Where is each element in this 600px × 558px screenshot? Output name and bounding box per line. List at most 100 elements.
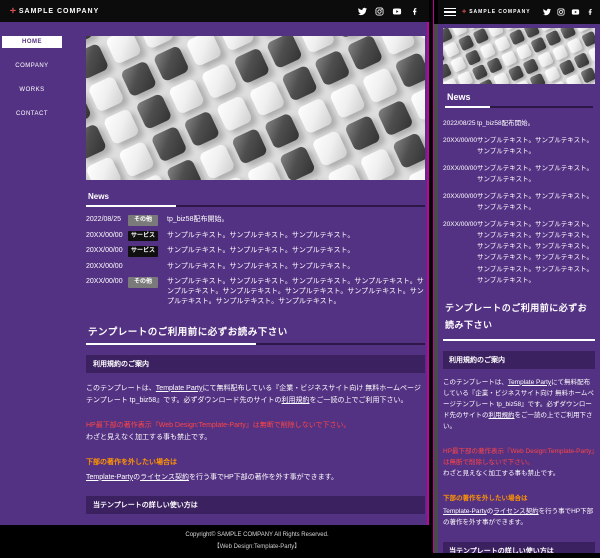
news-text: サンプルテキスト。サンプルテキスト。サンプルテキスト。 [167, 263, 355, 271]
howto-bar: 当テンプレートの詳しい使い方は [443, 542, 595, 553]
terms-of-use-link[interactable]: 利用規約 [282, 397, 310, 404]
news-date: 2022/08/25 [443, 120, 476, 127]
twitter-icon[interactable] [358, 7, 367, 16]
copyright-warning: HP最下部の著作表示『Web Design:Template-Party』は無断… [443, 446, 595, 479]
copyright-text: Copyright© SAMPLE COMPANY All Rights Res… [185, 532, 329, 538]
license-contract-link[interactable]: ライセンス契約 [493, 508, 538, 515]
facebook-icon[interactable] [586, 8, 594, 16]
news-section: News 2022/08/25 tp_biz58配布開始。 20XX/00/00… [443, 92, 595, 286]
news-heading: News [445, 92, 593, 108]
news-row: 20XX/00/00 その他 サンプルテキスト。サンプルテキスト。サンプルテキス… [86, 277, 425, 307]
warning-white-text: わざと見えなく加工する事も禁止です。 [443, 470, 560, 478]
social-links [543, 8, 594, 16]
news-row: 20XX/00/00 サービス サンプルテキスト。サンプルテキスト。サンプルテキ… [86, 230, 425, 242]
news-date: 2022/08/25 [86, 216, 122, 223]
news-date: 20XX/00/00 [86, 263, 123, 271]
news-list: 2022/08/25 tp_biz58配布開始。 20XX/00/00 サンプル… [443, 118, 595, 286]
hamburger-menu-icon[interactable] [444, 7, 456, 17]
terms-bar: 利用規約のご案内 [86, 354, 425, 373]
license-label: 下部の著作を外したい場合は [443, 493, 595, 504]
warning-orange-text: 下部の著作を外したい場合は [86, 459, 177, 466]
template-party-link[interactable]: Template Party [508, 379, 551, 386]
logo-cross-icon: ✛ [10, 8, 17, 15]
license-paragraph: Template-Partyのライセンス契約を行う事でHP下部の著作を外す事がで… [443, 506, 595, 528]
template-party-link[interactable]: Template Party [156, 385, 203, 392]
notice-section: テンプレートのご利用前に必ずお読み下さい 利用規約のご案内 このテンプレートは、… [443, 300, 595, 553]
desktop-viewport: ✛ SAMPLE COMPANY HOME COMPANY WORKS CONTA… [0, 0, 429, 558]
news-date: 20XX/00/00 [443, 221, 477, 229]
notice-section: テンプレートのご利用前に必ずお読み下さい 利用規約のご案内 このテンプレートは、… [86, 324, 425, 525]
news-row: 2022/08/25 その他 tp_biz58配布開始。 [86, 215, 425, 226]
desktop-footer: Copyright© SAMPLE COMPANY All Rights Res… [0, 525, 429, 558]
news-date: 20XX/00/00 [86, 278, 123, 286]
mobile-page-body: News 2022/08/25 tp_biz58配布開始。 20XX/00/00… [438, 24, 600, 553]
news-badge-service: サービス [128, 246, 158, 258]
news-row: 20XX/00/00 サンプルテキスト。サンプルテキスト。サンプルテキスト。 [443, 191, 595, 213]
hero-cubes-pattern [86, 36, 425, 180]
desktop-page-body: HOME COMPANY WORKS CONTACT News 2022/08/… [0, 22, 429, 525]
license-paragraph: Template-Partyのライセンス契約を行う事でHP下部の著作を外す事がで… [86, 472, 425, 485]
news-text: サンプルテキスト。サンプルテキスト。サンプルテキスト。 [477, 137, 593, 156]
warning-red-text: HP最下部の著作表示『Web Design:Template-Party』は無断… [443, 448, 595, 467]
news-date: 20XX/00/00 [86, 231, 123, 239]
mobile-header: ✛ SAMPLE COMPANY [438, 0, 600, 24]
desktop-main-content: News 2022/08/25 その他 tp_biz58配布開始。 20XX/0… [85, 22, 429, 525]
desktop-right-edge [427, 22, 429, 525]
sidebar-item-contact[interactable]: CONTACT [2, 108, 62, 120]
terms-text: このテンプレートは、 [443, 378, 508, 386]
news-row: 20XX/00/00 サンプルテキスト。サンプルテキスト。サンプルテキスト。 [443, 135, 595, 157]
notice-heading: テンプレートのご利用前に必ずお読み下さい [86, 324, 425, 345]
news-list: 2022/08/25 その他 tp_biz58配布開始。 20XX/00/00 … [86, 215, 425, 308]
news-date: 20XX/00/00 [443, 137, 477, 145]
site-name: SAMPLE COMPANY [469, 9, 531, 15]
facebook-icon[interactable] [410, 7, 419, 16]
news-row: 20XX/00/00 サンプルテキスト。サンプルテキスト。サンプルテキスト。 [86, 262, 425, 272]
terms-bar: 利用規約のご案内 [443, 350, 595, 369]
sidebar-item-company[interactable]: COMPANY [2, 60, 62, 72]
news-text: サンプルテキスト。サンプルテキスト。サンプルテキスト。サンプルテキスト。サンプル… [477, 221, 593, 284]
site-name: SAMPLE COMPANY [18, 8, 100, 15]
news-row: 20XX/00/00 サービス サンプルテキスト。サンプルテキスト。サンプルテキ… [86, 246, 425, 258]
news-row: 20XX/00/00 サンプルテキスト。サンプルテキスト。サンプルテキスト。 [443, 163, 595, 185]
site-logo[interactable]: ✛ SAMPLE COMPANY [10, 7, 99, 15]
news-heading: News [86, 192, 425, 207]
howto-paragraph: こちらをご覧下さい。 [86, 524, 425, 525]
youtube-icon[interactable] [571, 8, 580, 16]
youtube-icon[interactable] [392, 7, 402, 16]
sidebar-item-works[interactable]: WORKS [2, 84, 62, 96]
news-text: tp_biz58配布開始。 [477, 120, 535, 127]
news-row: 20XX/00/00 サンプルテキスト。サンプルテキスト。サンプルテキスト。サン… [443, 219, 595, 285]
license-text: を行う事でHP下部の著作を外す事ができます。 [188, 473, 338, 481]
news-date: 20XX/00/00 [443, 165, 477, 173]
news-text: サンプルテキスト。サンプルテキスト。サンプルテキスト。 [477, 165, 593, 184]
warning-white-text: わざと見えなく加工する事も禁止です。 [86, 434, 212, 442]
license-contract-link[interactable]: ライセンス契約 [140, 474, 189, 481]
sidebar-item-home[interactable]: HOME [2, 36, 62, 48]
terms-of-use-link[interactable]: 利用規約 [489, 412, 515, 419]
hero-cubes-pattern [443, 28, 595, 84]
news-text: サンプルテキスト。サンプルテキスト。サンプルテキスト。 [167, 247, 355, 255]
terms-paragraph: このテンプレートは、Template Partyにて無料配布している『企業・ビジ… [86, 383, 425, 408]
notice-heading: テンプレートのご利用前に必ずお読み下さい [443, 300, 595, 341]
desktop-header: ✛ SAMPLE COMPANY [0, 0, 429, 22]
instagram-icon[interactable] [557, 8, 565, 16]
news-section: News 2022/08/25 その他 tp_biz58配布開始。 20XX/0… [86, 192, 425, 308]
news-badge-service: サービス [128, 230, 158, 242]
template-party-link[interactable]: Template-Party [443, 508, 487, 515]
hero-image [443, 28, 595, 84]
news-date: 20XX/00/00 [443, 193, 477, 201]
terms-text: このテンプレートは、 [86, 384, 156, 392]
template-credit-link[interactable]: 【Web Design:Template-Party】 [85, 541, 429, 550]
mobile-gray-strip [434, 24, 438, 553]
site-logo[interactable]: ✛ SAMPLE COMPANY [462, 9, 531, 15]
warning-red-text: HP最下部の著作表示『Web Design:Template-Party』は無断… [86, 421, 351, 429]
template-party-link[interactable]: Template-Party [86, 474, 133, 481]
mobile-viewport: ✛ SAMPLE COMPANY News 2022/08/25 tp_biz58… [433, 0, 600, 553]
hero-image [86, 36, 425, 180]
news-badge-other: その他 [128, 277, 158, 288]
logo-cross-icon: ✛ [462, 9, 468, 15]
news-text: サンプルテキスト。サンプルテキスト。サンプルテキスト。 [477, 193, 593, 212]
twitter-icon[interactable] [543, 8, 551, 16]
instagram-icon[interactable] [375, 7, 384, 16]
social-links [358, 7, 419, 16]
